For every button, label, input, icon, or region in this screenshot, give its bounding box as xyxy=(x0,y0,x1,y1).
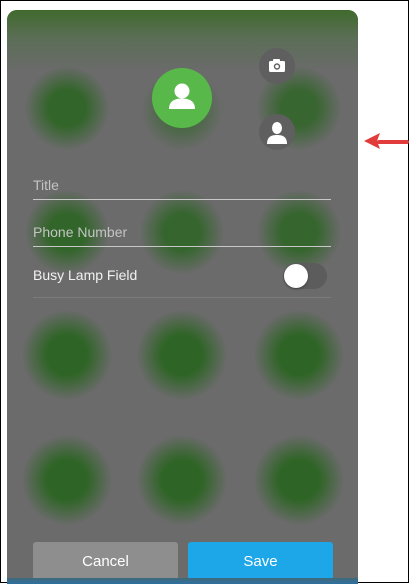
busy-lamp-field-toggle[interactable] xyxy=(283,263,327,289)
phone-number-input[interactable] xyxy=(33,224,331,240)
red-arrow-icon xyxy=(364,133,409,149)
contact-photo-button[interactable] xyxy=(259,114,295,150)
toggle-knob xyxy=(284,264,308,288)
annotation-arrow xyxy=(361,129,409,153)
person-icon xyxy=(169,83,195,109)
bottom-strip xyxy=(7,578,358,584)
edit-contact-screen: Busy Lamp Field Cancel Save xyxy=(7,10,358,584)
busy-lamp-field-label: Busy Lamp Field xyxy=(33,267,138,283)
phone-number-field[interactable] xyxy=(33,213,331,247)
contact-avatar xyxy=(152,68,212,128)
contact-silhouette-icon xyxy=(267,122,287,144)
save-button[interactable]: Save xyxy=(188,542,333,580)
screenshot-frame: Busy Lamp Field Cancel Save xyxy=(0,0,409,584)
title-field[interactable] xyxy=(33,166,331,200)
cancel-button[interactable]: Cancel xyxy=(33,542,178,580)
title-input[interactable] xyxy=(33,177,331,193)
camera-button[interactable] xyxy=(259,48,295,84)
camera-icon xyxy=(269,59,285,72)
busy-lamp-field-row: Busy Lamp Field xyxy=(33,253,331,298)
